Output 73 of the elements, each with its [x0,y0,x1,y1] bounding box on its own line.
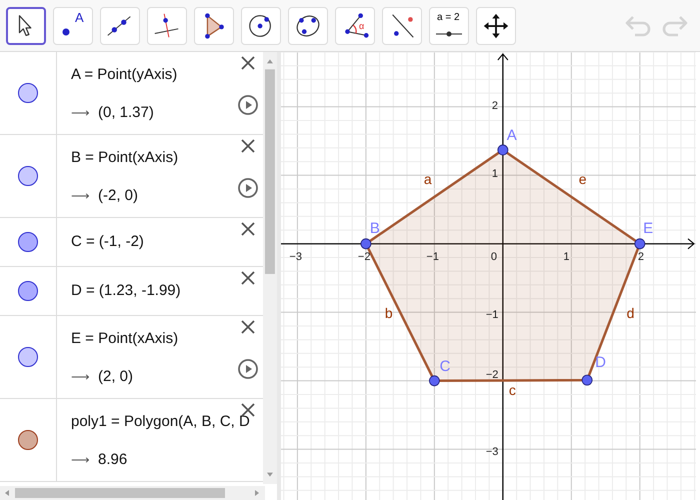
x-tick-label: −2 [358,252,370,263]
object-value: 8.96 [98,450,128,470]
delete-button[interactable] [239,220,258,238]
play-icon [237,358,260,380]
object-value: (2, 0) [98,367,134,387]
y-tick-label: 2 [492,100,498,112]
close-icon [239,318,258,336]
delete-button[interactable] [239,137,258,155]
result-arrow: ⟶ [71,104,90,122]
x-tick-label: −1 [426,252,439,263]
result-arrow: ⟶ [71,187,90,205]
object-definition[interactable]: D = (1.23, -1.99) [71,281,264,301]
point-label: D [595,354,606,370]
y-tick-label: −1 [486,310,498,322]
object-definition[interactable]: A = Point(yAxis) [71,65,264,85]
point-label: C [440,359,450,374]
visibility-toggle[interactable] [18,281,38,301]
close-icon [239,137,258,155]
visibility-toggle[interactable] [18,347,38,367]
tool-label: A [75,10,84,24]
visibility-toggle[interactable] [18,430,38,450]
point-marker[interactable] [634,238,646,250]
result-arrow: ⟶ [71,368,90,386]
object-definition[interactable]: poly1 = Polygon(A, B, C, D [71,412,264,432]
y-tick-label: −2 [486,370,498,381]
segment-label: a [424,172,432,186]
y-tick-label: 1 [492,169,498,180]
close-icon [239,220,258,238]
x-tick-label: 1 [563,252,570,263]
point-label: A [506,128,517,143]
object-definition[interactable]: B = Point(xAxis) [71,148,264,168]
object-definition[interactable]: E = Point(xAxis) [71,329,264,349]
play-icon [237,177,260,199]
tool-button[interactable]: A [53,6,93,44]
object-value: (-2, 0) [98,186,138,206]
object-value: (0, 1.37) [98,103,154,123]
visibility-toggle[interactable] [18,83,38,103]
vertical-scrollbar[interactable] [263,52,277,484]
segment-label: b [384,306,393,320]
point-label: B [370,220,380,236]
segment-label: e [578,172,586,186]
tool-button[interactable]: a = 2 [429,6,469,44]
delete-button[interactable] [239,54,258,72]
play-button[interactable] [237,177,260,199]
x-tick-label: 2 [638,252,644,263]
segment-label: d [626,306,634,320]
close-icon [239,269,258,287]
close-icon [239,54,258,72]
tool-label: a = 2 [437,12,460,22]
point-marker[interactable] [497,144,508,156]
play-button[interactable] [237,358,260,380]
segment-label: c [508,383,516,398]
tool-button[interactable] [6,6,46,44]
delete-button[interactable] [239,318,258,336]
point-marker[interactable] [429,375,440,386]
delete-button[interactable] [239,269,258,287]
play-button[interactable] [237,94,260,116]
object-definition[interactable]: C = (-1, -2) [71,232,264,252]
play-icon [237,94,260,116]
visibility-toggle[interactable] [18,166,38,186]
result-arrow: ⟶ [71,451,90,469]
tool-button[interactable]: α [335,6,375,44]
point-label: E [643,220,654,236]
point-marker[interactable] [582,374,593,386]
y-tick-label: −3 [486,447,498,458]
horizontal-scrollbar[interactable] [0,486,265,500]
x-tick-label: 0 [490,252,497,263]
tool-label: α [359,22,364,30]
point-marker[interactable] [360,238,372,250]
x-tick-label: −3 [289,252,302,263]
visibility-toggle[interactable] [18,232,38,252]
point-icon [62,28,70,36]
slider-icon [435,30,463,36]
